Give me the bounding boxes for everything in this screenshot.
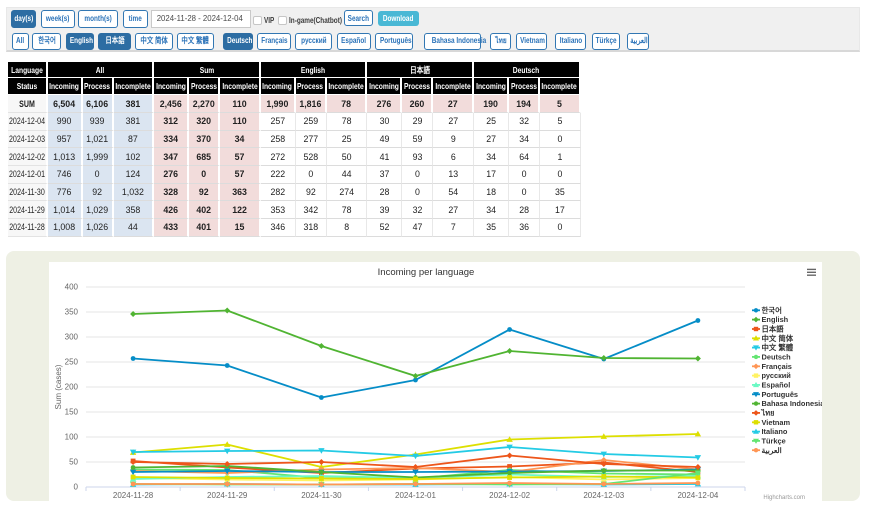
svg-text:2024-11-28: 2024-11-28 (113, 491, 154, 500)
svg-text:中文 简体: 中文 简体 (762, 333, 794, 342)
svg-text:2024-11-29: 2024-11-29 (207, 491, 248, 500)
svg-text:English: English (762, 315, 789, 324)
svg-text:2024-12-01: 2024-12-01 (395, 491, 436, 500)
svg-text:Português: Português (762, 389, 799, 398)
svg-text:50: 50 (69, 457, 78, 466)
svg-text:150: 150 (65, 407, 79, 416)
svg-text:Italiano: Italiano (762, 427, 788, 436)
svg-text:русский: русский (762, 371, 792, 380)
svg-text:العربية: العربية (762, 445, 782, 454)
svg-text:Deutsch: Deutsch (762, 352, 792, 361)
svg-text:200: 200 (65, 382, 79, 391)
svg-text:350: 350 (65, 307, 79, 316)
svg-text:한국어: 한국어 (762, 305, 783, 314)
svg-text:400: 400 (65, 282, 79, 291)
svg-text:ไทย: ไทย (761, 408, 775, 417)
svg-text:2024-12-02: 2024-12-02 (489, 491, 530, 500)
svg-text:Sum (cases): Sum (cases) (54, 364, 63, 409)
svg-text:0: 0 (74, 482, 79, 491)
svg-text:日本語: 日本語 (762, 324, 785, 333)
svg-text:2024-12-03: 2024-12-03 (583, 491, 624, 500)
svg-text:100: 100 (65, 432, 79, 441)
svg-text:2024-11-30: 2024-11-30 (301, 491, 342, 500)
svg-text:Bahasa Indonesia: Bahasa Indonesia (762, 399, 823, 408)
svg-text:250: 250 (65, 357, 79, 366)
svg-text:Incoming per language: Incoming per language (378, 267, 475, 278)
svg-text:Vietnam: Vietnam (762, 417, 791, 426)
svg-text:Highcharts.com: Highcharts.com (763, 495, 805, 501)
svg-text:Türkçe: Türkçe (762, 436, 786, 445)
svg-text:中文 繁體: 中文 繁體 (762, 343, 794, 352)
svg-text:Français: Français (762, 361, 792, 370)
svg-text:Español: Español (762, 380, 791, 389)
svg-text:2024-12-04: 2024-12-04 (677, 491, 718, 500)
svg-text:300: 300 (65, 332, 79, 341)
